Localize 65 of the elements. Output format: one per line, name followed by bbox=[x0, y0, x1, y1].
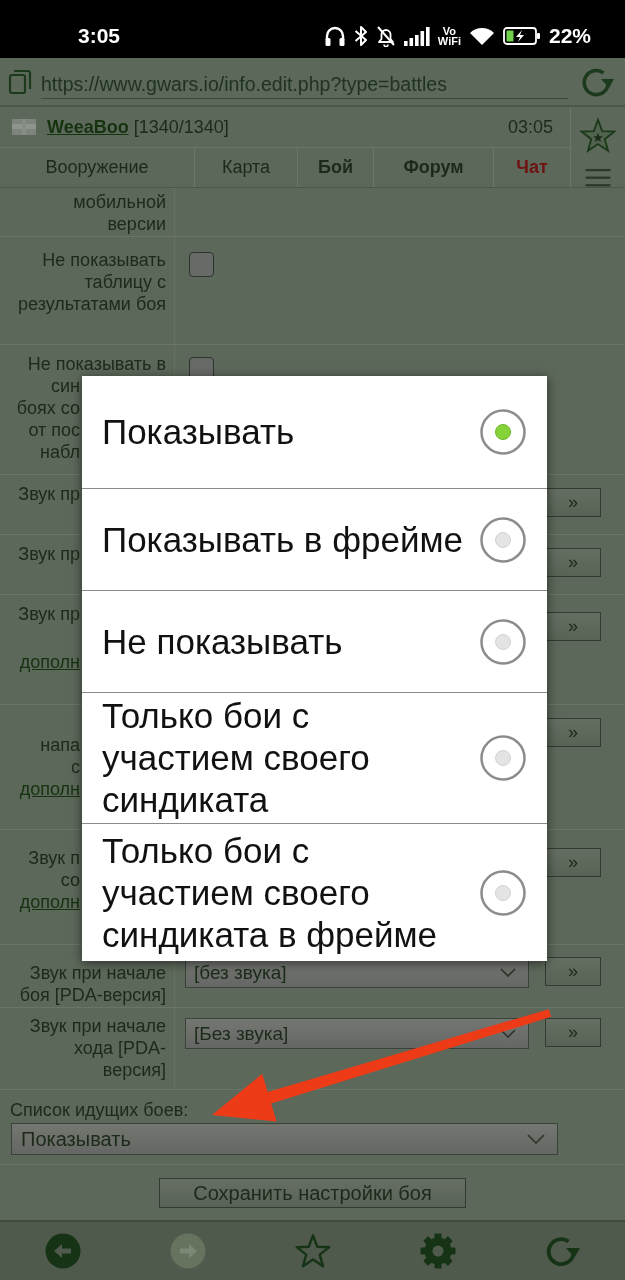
dialog-option[interactable]: Только бои с участием своего синдиката bbox=[82, 692, 547, 823]
radio-button[interactable] bbox=[480, 409, 526, 455]
battery-percent: 22% bbox=[548, 24, 591, 48]
chevron-down-icon bbox=[500, 1029, 516, 1038]
url-field[interactable]: https://www.gwars.io/info.edit.php?type=battles bbox=[41, 68, 568, 99]
reload-icon[interactable] bbox=[544, 1234, 581, 1268]
battery-icon bbox=[502, 26, 541, 46]
setting-label: Звук п со bbox=[27, 847, 80, 891]
settings-icon[interactable] bbox=[419, 1233, 456, 1269]
username-link[interactable]: WeeaBoo bbox=[47, 116, 129, 138]
signal-icon bbox=[403, 26, 430, 46]
star-icon[interactable] bbox=[294, 1233, 331, 1269]
more-link[interactable]: дополн bbox=[6, 651, 80, 673]
setting-label: Звук при начале боя [PDA-версия] bbox=[18, 962, 166, 1006]
battle-list-label: Список идущих боев: bbox=[10, 1099, 190, 1121]
nav-link[interactable]: Форум bbox=[374, 148, 494, 187]
more-link[interactable]: дополн bbox=[6, 778, 80, 800]
save-button[interactable]: Сохранить настройки боя bbox=[159, 1178, 466, 1208]
more-button[interactable]: » bbox=[545, 612, 601, 641]
dialog-option[interactable]: Показывать в фрейме bbox=[82, 488, 547, 590]
setting-label: Не показывать в bbox=[27, 353, 166, 375]
more-button[interactable]: » bbox=[545, 488, 601, 517]
more-button[interactable]: » bbox=[545, 1018, 601, 1047]
wifi-calling-label: Vo WiFi bbox=[437, 26, 461, 46]
setting-label: мобильной версии bbox=[72, 191, 166, 235]
headphones-icon bbox=[323, 25, 346, 47]
clock-text: 03:05 bbox=[507, 116, 553, 138]
flag-icon bbox=[12, 119, 36, 135]
setting-label: син боях со от пос набл bbox=[15, 375, 80, 463]
back-icon[interactable] bbox=[44, 1233, 81, 1269]
radio-button[interactable] bbox=[480, 516, 526, 563]
radio-button[interactable] bbox=[480, 735, 526, 781]
nav-link[interactable]: Бой bbox=[298, 148, 374, 187]
nav-link[interactable]: Чат bbox=[494, 148, 570, 187]
more-button[interactable]: » bbox=[545, 957, 601, 986]
more-link[interactable]: дополн bbox=[6, 891, 80, 913]
setting-label: Звук пр bbox=[17, 543, 80, 565]
setting-label: Звук при начале хода [PDA-версия] bbox=[28, 1015, 166, 1081]
star-icon[interactable] bbox=[578, 117, 618, 155]
menu-icon[interactable] bbox=[585, 168, 611, 187]
status-time: 3:05 bbox=[78, 24, 121, 48]
radio-button[interactable] bbox=[480, 869, 526, 916]
setting-label: Звук пр bbox=[17, 603, 80, 625]
chevron-down-icon bbox=[527, 1134, 545, 1144]
dialog-option[interactable]: Показывать bbox=[82, 376, 547, 488]
wifi-icon bbox=[468, 26, 495, 46]
bluetooth-icon bbox=[353, 25, 368, 47]
radio-button[interactable] bbox=[480, 618, 526, 665]
select-field[interactable]: Показывать bbox=[11, 1123, 558, 1155]
setting-label: напа с bbox=[39, 734, 80, 778]
more-button[interactable]: » bbox=[545, 848, 601, 877]
bell-off-icon bbox=[375, 25, 396, 47]
health-text: [1340/1340] bbox=[133, 116, 229, 138]
select-field[interactable]: [Без звука] bbox=[185, 1018, 529, 1049]
copy-icon[interactable] bbox=[8, 68, 32, 95]
dialog-option[interactable]: Только бои с участием своего синдиката в фрейме bbox=[82, 823, 547, 961]
more-button[interactable]: » bbox=[545, 718, 601, 747]
chevron-down-icon bbox=[500, 968, 516, 977]
more-button[interactable]: » bbox=[545, 548, 601, 577]
nav-link[interactable]: Карта bbox=[195, 148, 298, 187]
nav-link[interactable]: Вооружение bbox=[0, 148, 195, 187]
setting-label: Не показывать таблицу с результатами боя bbox=[18, 249, 166, 315]
checkbox[interactable] bbox=[189, 252, 214, 277]
setting-label: Звук пр bbox=[17, 483, 80, 505]
dialog-option[interactable]: Не показывать bbox=[82, 590, 547, 692]
